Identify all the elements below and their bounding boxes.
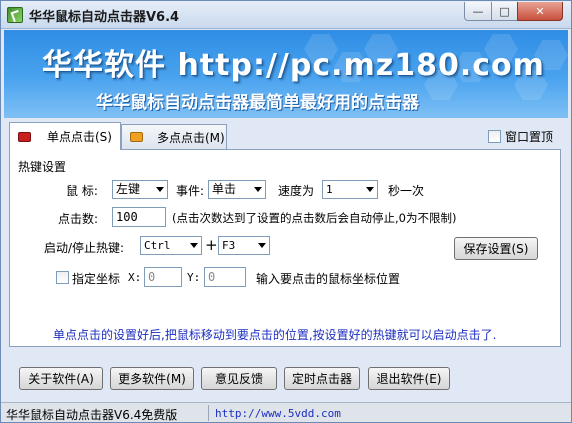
banner-title: 华华软件 http://pc.mz180.com <box>42 48 545 83</box>
status-divider <box>208 405 209 421</box>
app-window: 华华鼠标自动点击器V6.4 — □ ✕ 华华软件 http://pc.mz180… <box>0 0 572 423</box>
topmost-checkbox[interactable] <box>488 130 501 143</box>
fixed-coord-checkbox[interactable] <box>56 271 69 284</box>
minimize-button[interactable]: — <box>464 2 492 21</box>
tab-multi-click[interactable]: 多点点击(M) <box>121 124 227 149</box>
title-bar[interactable]: 华华鼠标自动点击器V6.4 — □ ✕ <box>1 1 571 29</box>
plus-sign: + <box>205 236 218 254</box>
mouse-label: 鼠 标: <box>66 184 98 198</box>
topmost-toggle[interactable]: 窗口置顶 <box>488 128 553 145</box>
hotkey-key-select[interactable]: F3 <box>218 236 270 255</box>
save-settings-button[interactable]: 保存设置(S) <box>454 237 538 260</box>
click-count-label: 点击数: <box>58 212 99 226</box>
status-version: 华华鼠标自动点击器V6.4免费版 <box>6 408 178 422</box>
y-label: Y: <box>187 271 201 284</box>
mouse-button-select[interactable]: 左键 <box>112 180 168 199</box>
close-button[interactable]: ✕ <box>517 2 563 21</box>
banner: 华华软件 http://pc.mz180.com 华华鼠标自动点击器最简单最好用… <box>4 30 568 118</box>
timer-clicker-button[interactable]: 定时点击器 <box>284 367 360 390</box>
chevron-down-icon <box>190 243 198 248</box>
chevron-down-icon <box>254 187 262 192</box>
click-count-hint: (点击次数达到了设置的点击数后会自动停止,0为不限制) <box>172 211 457 225</box>
exit-button[interactable]: 退出软件(E) <box>368 367 450 390</box>
tab-label: 多点点击(M) <box>157 130 225 145</box>
chevron-down-icon <box>156 187 164 192</box>
event-label: 事件: <box>176 184 205 198</box>
hotkey-modifier-select[interactable]: Ctrl <box>140 236 202 255</box>
topmost-label: 窗口置顶 <box>505 130 554 144</box>
red-square-icon <box>18 131 31 142</box>
feedback-button[interactable]: 意见反馈 <box>201 367 277 390</box>
speed-select[interactable]: 1 <box>322 180 378 199</box>
tab-strip: 单点点击(S) 多点点击(M) 窗口置顶 <box>1 119 571 150</box>
chevron-down-icon <box>366 187 374 192</box>
start-stop-hotkey-label: 启动/停止热键: <box>44 241 125 255</box>
y-coord-input[interactable]: 0 <box>204 267 246 287</box>
group-label: 热键设置 <box>18 160 67 174</box>
app-cursor-icon <box>7 7 23 23</box>
tab-single-click[interactable]: 单点点击(S) <box>9 122 121 150</box>
status-bar: 华华鼠标自动点击器V6.4免费版 http://www.5vdd.com <box>1 402 571 422</box>
x-label: X: <box>128 271 142 284</box>
speed-label: 速度为 <box>278 184 315 198</box>
website-link[interactable]: http://www.5vdd.com <box>215 407 341 420</box>
x-coord-input[interactable]: 0 <box>144 267 182 287</box>
about-button[interactable]: 关于软件(A) <box>19 367 103 390</box>
coord-hint: 输入要点击的鼠标坐标位置 <box>256 272 401 286</box>
speed-unit: 秒一次 <box>388 184 425 198</box>
orange-square-icon <box>130 132 143 142</box>
usage-hint: 单点点击的设置好后,把鼠标移动到要点击的位置,按设置好的热键就可以启动点击了. <box>53 328 497 342</box>
banner-subtitle: 华华鼠标自动点击器最简单最好用的点击器 <box>96 93 419 113</box>
more-software-button[interactable]: 更多软件(M) <box>110 367 194 390</box>
click-count-input[interactable]: 100 <box>112 207 166 227</box>
maximize-button[interactable]: □ <box>491 2 518 21</box>
chevron-down-icon <box>258 243 266 248</box>
tab-label: 单点点击(S) <box>47 130 112 144</box>
single-click-panel: 热键设置 鼠 标: 左键 事件: 单击 速度为 1 秒一次 点击数: 100 (… <box>9 149 561 347</box>
window-title: 华华鼠标自动点击器V6.4 <box>29 10 180 25</box>
fixed-coord-label: 指定坐标 <box>72 272 121 286</box>
event-select[interactable]: 单击 <box>208 180 266 199</box>
